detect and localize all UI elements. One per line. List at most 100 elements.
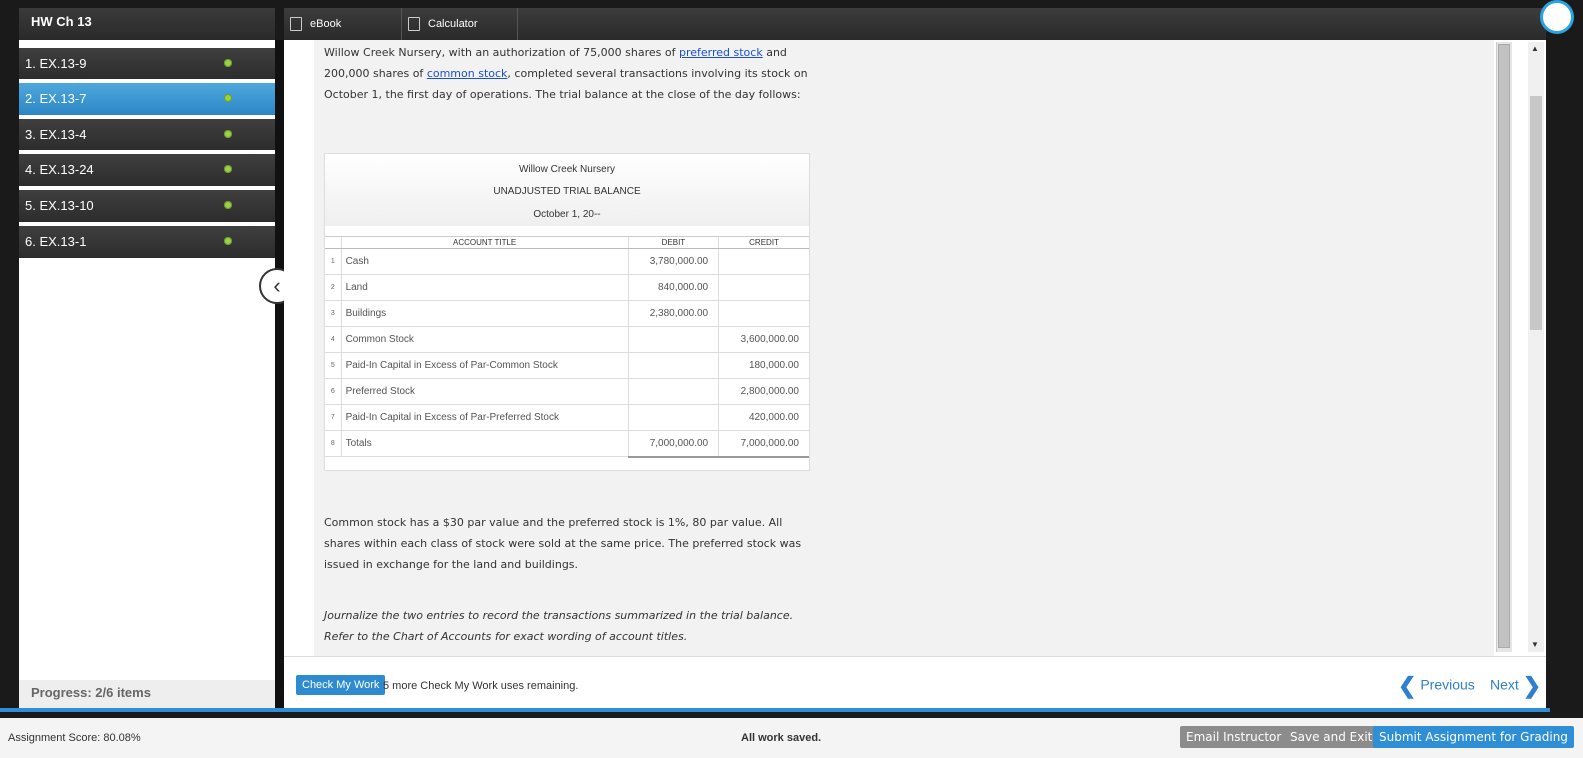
table-row: 1 Cash 3,780,000.00 [325,248,809,275]
complete-check-icon [224,165,232,173]
page-scrollbar-thumb[interactable] [1530,96,1542,330]
next-button[interactable]: Next ❯ [1490,673,1541,699]
credit-cell: 3,600,000.00 [718,326,809,353]
ebook-button[interactable]: eBook [284,8,402,40]
complete-check-icon [224,59,232,67]
sidebar: HW Ch 13 1. EX.13-9 2. EX.13-7 3. EX.13-… [19,8,275,708]
debit-cell: 3,780,000.00 [627,248,719,275]
debit-cell [627,378,719,405]
credit-cell: 180,000.00 [718,352,809,379]
credit-cell: 7,000,000.00 [718,430,809,458]
credit-header: CREDIT [718,236,809,249]
debit-cell: 2,380,000.00 [627,300,719,327]
common-stock-link[interactable]: common stock [427,67,508,80]
save-status: All work saved. [741,732,822,744]
chevron-left-icon: ‹ [273,273,281,298]
sidebar-item-ex-13-7[interactable]: 2. EX.13-7 [19,79,275,115]
account-title-cell: Land [340,274,629,301]
assignment-title: HW Ch 13 [19,8,275,40]
row-number: 6 [325,378,342,405]
account-title-cell: Common Stock [340,326,629,353]
complete-check-icon [224,130,232,138]
preferred-stock-link[interactable]: preferred stock [679,46,763,59]
calculator-button[interactable]: Calculator [402,8,518,40]
debit-cell [627,352,719,379]
check-my-work-button[interactable]: Check My Work [296,675,386,695]
credit-cell [718,300,809,327]
company-name: Willow Creek Nursery [518,164,616,175]
book-icon [290,17,302,31]
toolbar: eBook Calculator [284,8,1546,40]
debit-cell [627,404,719,431]
account-title-header: ACCOUNT TITLE [340,236,629,249]
row-number: 5 [325,352,342,379]
problem-instruction: Journalize the two entries to record the… [324,609,794,643]
table-row: 4 Common Stock 3,600,000.00 [325,326,809,353]
sidebar-item-label: 4. EX.13-24 [25,162,94,177]
account-title-cell: Paid-In Capital in Excess of Par-Preferr… [340,404,629,431]
chevron-right-icon: ❯ [1522,673,1542,698]
check-remaining-text: 5 more Check My Work uses remaining. [383,680,579,692]
submit-assignment-button[interactable]: Submit Assignment for Grading [1373,726,1574,748]
table-header-row: ACCOUNT TITLE DEBIT CREDIT [325,236,809,249]
account-title-cell: Buildings [340,300,629,327]
table-row: 8 Totals 7,000,000.00 7,000,000.00 [325,430,809,458]
save-and-exit-button[interactable]: Save and Exit [1284,726,1379,748]
previous-button[interactable]: ❮ Previous [1398,673,1475,699]
table-row: 3 Buildings 2,380,000.00 [325,300,809,327]
content-scrollbar-thumb[interactable] [1498,44,1510,648]
debit-cell: 7,000,000.00 [627,430,719,458]
chevron-left-icon: ❮ [1398,673,1417,698]
assignment-score: Assignment Score: 80.08% [8,732,141,744]
credit-cell: 2,800,000.00 [718,378,809,405]
previous-label: Previous [1420,676,1475,693]
credit-cell [718,274,809,301]
help-headset-icon[interactable] [1540,0,1574,34]
trial-balance-table: ACCOUNT TITLE DEBIT CREDIT 1 Cash 3,780,00… [325,236,809,458]
row-number: 4 [325,326,342,353]
question-footer: Check My Work 5 more Check My Work uses … [284,656,1546,708]
sidebar-item-label: 1. EX.13-9 [25,56,87,71]
trial-balance-header: Willow Creek Nursery UNADJUSTED TRIAL BA… [325,154,809,226]
email-instructor-button[interactable]: Email Instructor [1180,726,1288,748]
debit-cell: 840,000.00 [627,274,719,301]
sidebar-item-ex-13-4[interactable]: 3. EX.13-4 [19,115,275,151]
sidebar-item-label: 3. EX.13-4 [25,127,87,142]
scroll-down-icon[interactable]: ▼ [1531,640,1539,649]
debit-header: DEBIT [627,236,719,249]
table-row: 6 Preferred Stock 2,800,000.00 [325,378,809,405]
row-number: 8 [325,430,342,457]
row-number: 2 [325,274,342,301]
ebook-label: eBook [310,18,342,30]
progress-text: Progress: 2/6 items [31,685,151,700]
credit-cell [718,248,809,275]
row-number: 1 [325,248,342,275]
account-title-cell: Cash [340,248,629,275]
problem-panel: Willow Creek Nursery, with an authorizat… [314,40,1494,656]
sidebar-item-label: 2. EX.13-7 [25,91,87,106]
app-frame: HW Ch 13 1. EX.13-9 2. EX.13-7 3. EX.13-… [0,0,1583,758]
scroll-up-icon[interactable]: ▲ [1531,44,1539,53]
row-number: 7 [325,404,342,431]
status-bar: Assignment Score: 80.08% All work saved.… [0,718,1583,758]
sidebar-item-label: 6. EX.13-1 [25,234,87,249]
accent-divider [0,708,1550,712]
complete-check-icon [224,94,232,102]
sidebar-item-ex-13-1[interactable]: 6. EX.13-1 [19,222,275,258]
sidebar-item-label: 5. EX.13-10 [25,198,94,213]
problem-content: Willow Creek Nursery, with an authorizat… [284,40,1546,656]
trial-balance: Willow Creek Nursery UNADJUSTED TRIAL BA… [324,153,810,471]
problem-details: Common stock has a $30 par value and the… [324,516,802,571]
account-title-cell: Paid-In Capital in Excess of Par-Common … [340,352,629,379]
complete-check-icon [224,201,232,209]
credit-cell: 420,000.00 [718,404,809,431]
statement-date: October 1, 20-- [533,209,601,220]
account-title-cell: Preferred Stock [340,378,629,405]
problem-intro: Willow Creek Nursery, with an authorizat… [324,46,808,101]
complete-check-icon [224,237,232,245]
sidebar-item-ex-13-24[interactable]: 4. EX.13-24 [19,150,275,186]
account-title-cell: Totals [340,430,629,457]
sidebar-item-ex-13-10[interactable]: 5. EX.13-10 [19,186,275,222]
debit-cell [627,326,719,353]
sidebar-item-ex-13-9[interactable]: 1. EX.13-9 [19,44,275,80]
